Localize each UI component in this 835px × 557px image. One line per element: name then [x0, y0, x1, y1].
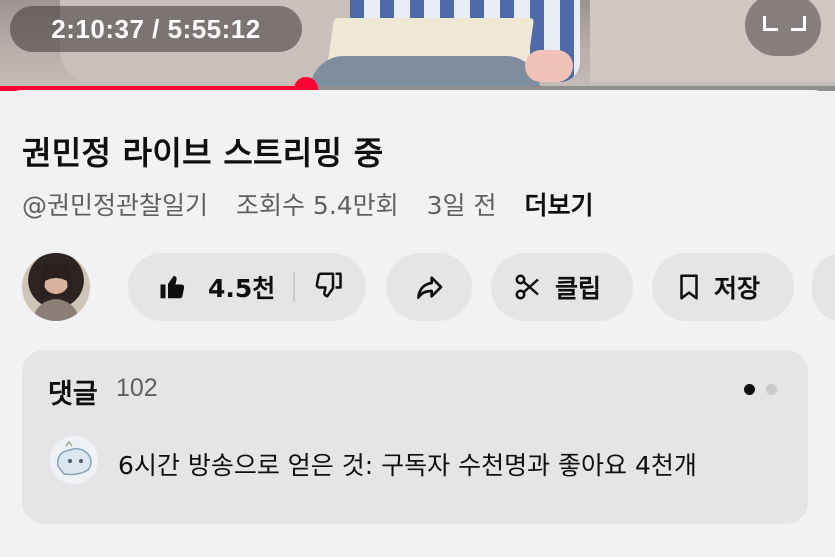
like-button[interactable]: 4.5천	[128, 269, 275, 305]
pager-dot	[766, 384, 778, 395]
save-label: 저장	[714, 274, 761, 303]
avatar-image	[32, 261, 80, 321]
channel-handle[interactable]: @권민정관찰일기	[22, 191, 208, 220]
share-icon	[417, 276, 443, 299]
fullscreen-button[interactable]	[745, 0, 821, 56]
like-icon	[160, 275, 185, 299]
share-button[interactable]	[386, 253, 472, 321]
like-dislike-group: 4.5천	[128, 253, 366, 321]
scissors-icon	[515, 274, 539, 300]
commenter-avatar	[50, 436, 98, 484]
video-title: 권민정 라이브 스트리밍 중	[22, 134, 384, 172]
comments-title: 댓글	[48, 379, 98, 410]
comments-pager	[744, 380, 783, 399]
dislike-button[interactable]	[313, 270, 343, 304]
commenter-avatar-image	[57, 440, 92, 476]
comments-section[interactable]: 댓글 102 6시간 방송으로 얻은 것: 구독자 수천명과 좋아요 4천개	[22, 350, 808, 524]
view-count: 조회수 5.4만회	[235, 191, 399, 220]
time-display: 2:10:37 / 5:55:12	[10, 6, 302, 52]
pager-dot-active	[744, 384, 755, 395]
comments-count: 102	[116, 374, 158, 402]
clip-label: 클립	[555, 274, 602, 303]
top-comment-text: 6시간 방송으로 얻은 것: 구독자 수천명과 좋아요 4천개	[118, 451, 697, 480]
save-button[interactable]: 저장	[652, 253, 794, 321]
video-frame-hand	[525, 50, 573, 82]
bookmark-icon	[680, 274, 698, 300]
video-meta: @권민정관찰일기 조회수 5.4만회 3일 전 더보기	[22, 186, 593, 222]
video-frame-blanket	[310, 56, 540, 90]
dislike-icon	[315, 272, 343, 298]
upload-age: 3일 전	[426, 191, 497, 220]
video-player[interactable]: 2:10:37 / 5:55:12	[0, 0, 835, 90]
channel-avatar[interactable]	[22, 253, 90, 321]
like-divider	[293, 272, 296, 302]
like-count: 4.5천	[208, 274, 276, 303]
clip-button[interactable]: 클립	[491, 253, 633, 321]
more-link[interactable]: 더보기	[524, 191, 593, 220]
